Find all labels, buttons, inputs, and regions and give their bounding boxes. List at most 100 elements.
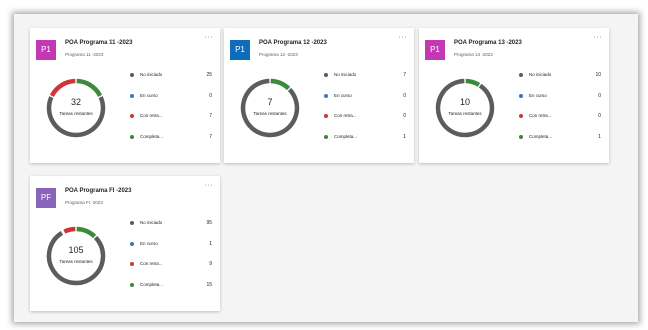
remaining-count: 10 [459,97,470,107]
legend-value: 0 [598,113,601,120]
more-options-icon[interactable]: ··· [205,34,214,41]
plan-title[interactable]: POA Programa 12 -2023 [259,40,327,46]
plan-subtitle: Programa 12 -2023 [259,52,298,57]
legend-label: No iniciado [334,72,357,77]
legend-label: Con retra... [334,113,357,119]
status-dot [324,134,328,139]
remaining-label: Tareas restantes [448,111,482,116]
status-dot [130,114,134,119]
segment-not-started [240,78,300,138]
more-options-icon[interactable]: ··· [594,34,603,41]
status-dot [519,134,523,139]
status-dot [519,114,523,119]
legend-value: 7 [209,113,212,120]
legend-row-not-started: No iniciado 7 [324,72,410,93]
plan-card[interactable]: PF POA Programa FI -2023 Programa FI -20… [30,176,220,311]
status-legend: No iniciado 95 En curso 1 Con retra... 9… [130,220,216,302]
legend-value: 15 [206,281,212,288]
legend-value: 7 [209,133,212,140]
donut-chart [240,78,300,138]
legend-row-completed: Completa... 1 [324,134,410,155]
plan-avatar: PF [36,188,56,208]
status-dot [130,282,134,287]
plan-avatar: P1 [230,40,250,60]
remaining-label: Tareas restantes [59,111,93,116]
legend-label: En curso [529,92,547,98]
legend-label: En curso [140,240,158,246]
progress-donut: 32 Tareas restantes [44,68,108,148]
status-dot [324,93,328,98]
plan-subtitle: Programa FI -2023 [65,200,103,205]
legend-row-in-progress: En curso 1 [130,241,216,262]
plan-card[interactable]: P1 POA Programa 12 -2023 Programa 12 -20… [224,28,414,163]
more-options-icon[interactable]: ··· [205,182,214,189]
legend-label: No iniciado [529,72,552,77]
legend-row-late: Con retra... 0 [324,113,410,134]
legend-row-late: Con retra... 9 [130,261,216,282]
remaining-count: 32 [70,97,81,107]
progress-donut: 10 Tareas restantes [433,68,497,148]
legend-label: En curso [334,92,352,98]
segment-not-started [46,231,106,286]
plans-board: P1 POA Programa 11 -2023 Programa 11 -20… [14,14,638,322]
legend-row-in-progress: En curso 0 [519,93,605,114]
legend-value: 10 [595,72,601,78]
legend-value: 0 [403,92,406,99]
plan-card[interactable]: P1 POA Programa 13 -2023 Programa 13 -20… [419,28,609,163]
status-legend: No iniciado 10 En curso 0 Con retra... 0… [519,72,605,154]
segment-completed [465,78,481,87]
more-options-icon[interactable]: ··· [399,34,408,41]
legend-value: 0 [403,113,406,120]
status-dot [130,134,134,139]
status-legend: No iniciado 7 En curso 0 Con retra... 0 … [324,72,410,154]
legend-row-in-progress: En curso 0 [324,93,410,114]
legend-value: 95 [206,220,212,226]
legend-label: Con retra... [529,113,552,119]
legend-row-late: Con retra... 7 [130,113,216,134]
plan-subtitle: Programa 13 -2023 [454,52,493,57]
legend-label: No iniciado [140,220,163,225]
legend-row-completed: Completa... 15 [130,282,216,303]
legend-label: Con retra... [140,261,163,267]
plan-avatar: P1 [36,40,56,60]
plan-card[interactable]: P1 POA Programa 11 -2023 Programa 11 -20… [30,28,220,163]
donut-chart [46,78,106,138]
plan-title[interactable]: POA Programa FI -2023 [65,188,131,194]
status-dot [130,241,134,246]
legend-label: Completa... [334,133,358,139]
status-dot [130,73,134,77]
segment-completed [76,226,97,239]
legend-value: 0 [209,92,212,99]
plan-title[interactable]: POA Programa 11 -2023 [65,40,132,46]
remaining-count: 7 [267,97,273,107]
legend-row-completed: Completa... 1 [519,134,605,155]
status-dot [324,114,328,119]
status-dot [130,93,134,98]
plan-subtitle: Programa 11 -2023 [65,52,104,57]
remaining-label: Tareas restantes [59,259,93,264]
donut-chart [46,226,106,286]
status-dot [130,262,134,267]
progress-donut: 105 Tareas restantes [44,216,108,296]
status-dot [519,93,523,98]
legend-value: 7 [403,72,406,78]
legend-label: En curso [140,92,158,98]
status-dot [130,221,134,225]
legend-value: 0 [598,92,601,99]
status-dot [324,73,328,77]
legend-value: 25 [206,72,212,78]
segment-late [49,78,76,97]
legend-value: 1 [403,133,406,140]
segment-completed [270,78,291,91]
plan-title[interactable]: POA Programa 13 -2023 [454,40,522,46]
segment-late [63,226,76,234]
legend-row-completed: Completa... 7 [130,134,216,155]
segment-not-started [435,78,495,138]
legend-row-late: Con retra... 0 [519,113,605,134]
donut-chart [435,78,495,138]
legend-row-not-started: No iniciado 25 [130,72,216,93]
legend-label: Completa... [140,133,164,139]
progress-donut: 7 Tareas restantes [238,68,302,148]
legend-row-in-progress: En curso 0 [130,93,216,114]
remaining-count: 105 [68,245,84,255]
